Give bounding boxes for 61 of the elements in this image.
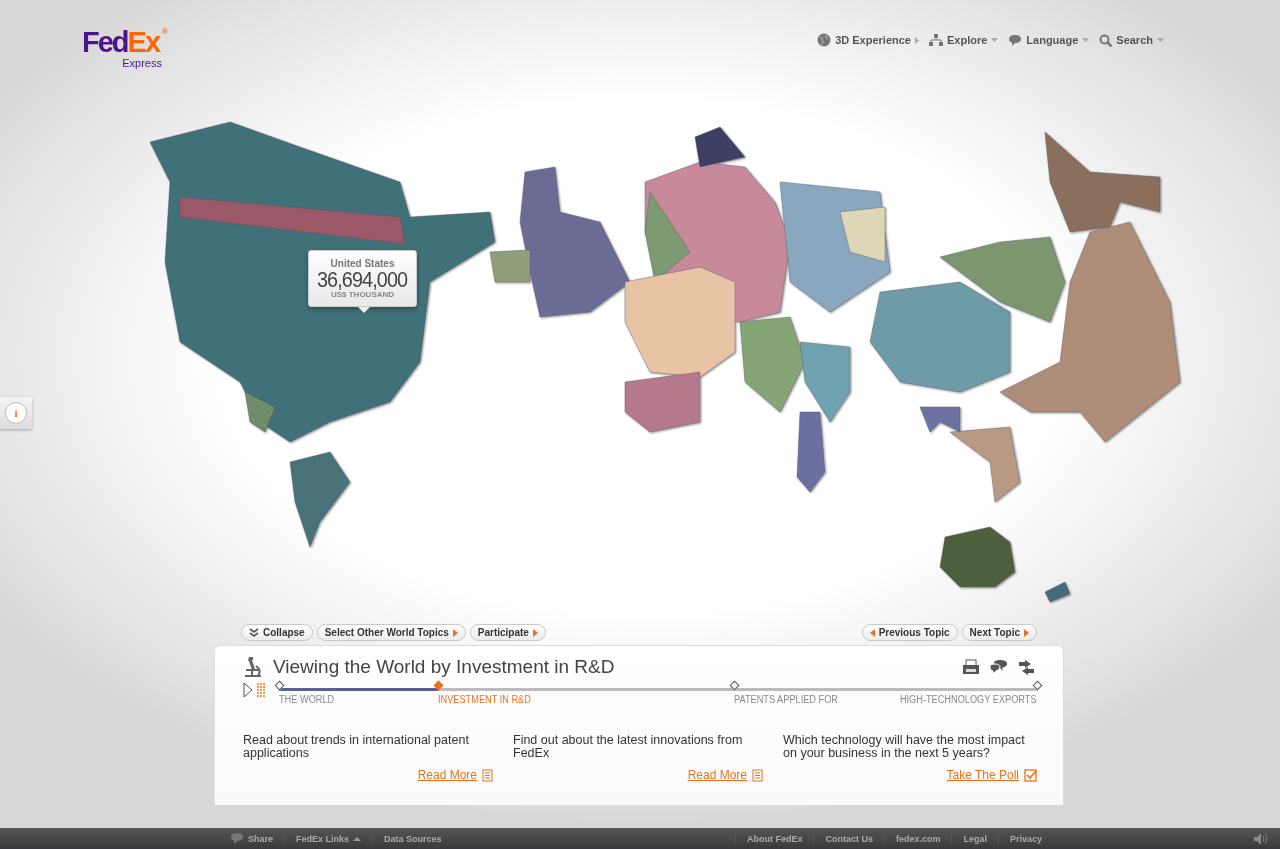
speech-bubble-icon bbox=[230, 832, 244, 845]
card-link[interactable]: Take The Poll bbox=[946, 768, 1019, 782]
fedex-logo[interactable]: FedEx® Express bbox=[82, 28, 168, 69]
speaker-icon[interactable] bbox=[1253, 831, 1268, 846]
nav-link[interactable]: 3D Experience bbox=[817, 33, 919, 47]
caret-right-icon bbox=[915, 36, 919, 44]
nav-link[interactable]: Language bbox=[1008, 33, 1090, 47]
arrow-right-icon bbox=[532, 628, 538, 637]
footer-link[interactable]: About FedEx bbox=[734, 833, 814, 844]
stage-label[interactable]: PATENTS APPLIED FOR bbox=[733, 694, 838, 705]
panel-title: Viewing the World by Investment in R&D bbox=[273, 656, 615, 678]
stage-label[interactable]: THE WORLD bbox=[279, 694, 335, 705]
footer-link[interactable]: Contact Us bbox=[813, 833, 884, 844]
stage-marker[interactable] bbox=[1032, 680, 1043, 691]
stage-label[interactable]: HIGH-TECHNOLOGY EXPORTS bbox=[900, 694, 1037, 705]
arrow-right-icon bbox=[1024, 628, 1029, 637]
arrow-left-icon bbox=[869, 628, 875, 637]
stage-label[interactable]: INVESTMENT IN R&D bbox=[438, 694, 532, 705]
footer-link[interactable]: FedEx Links bbox=[284, 833, 373, 844]
double-chevron-icon bbox=[249, 628, 259, 637]
caret-up-icon bbox=[353, 835, 362, 842]
stage-marker[interactable] bbox=[274, 680, 285, 691]
footer-link[interactable]: Legal bbox=[951, 833, 998, 844]
search-icon bbox=[1099, 33, 1113, 47]
topic-button[interactable]: Participate bbox=[469, 624, 546, 641]
stage-marker[interactable] bbox=[729, 680, 740, 691]
arrow-right-icon bbox=[452, 628, 458, 637]
info-button[interactable]: i bbox=[0, 397, 32, 429]
play-icon[interactable] bbox=[243, 682, 253, 698]
card-link[interactable]: Read More bbox=[687, 768, 747, 782]
topic-button[interactable]: Previous Topic bbox=[861, 624, 958, 641]
footer-link[interactable]: Privacy bbox=[997, 833, 1053, 844]
footer-link[interactable]: Data Sources bbox=[372, 833, 453, 844]
caret-down-icon bbox=[1157, 38, 1164, 42]
caret-down-icon bbox=[1082, 38, 1090, 42]
topic-button[interactable]: Next Topic bbox=[961, 624, 1037, 641]
speech-bubble-icon bbox=[1008, 33, 1023, 47]
sitemap-icon bbox=[929, 33, 943, 47]
globe-icon bbox=[817, 33, 832, 47]
microscope-icon bbox=[243, 656, 263, 678]
card-text: Find out about the latest innovations from FedEx bbox=[513, 734, 744, 762]
topic-button[interactable]: Collapse bbox=[241, 624, 313, 641]
nav-link[interactable]: Search bbox=[1099, 33, 1164, 47]
footer-link[interactable]: fedex.com bbox=[883, 833, 952, 844]
country-value: 36,694,000 bbox=[317, 268, 408, 291]
document-icon bbox=[752, 768, 763, 782]
printer-icon[interactable] bbox=[962, 659, 980, 675]
checkbox-icon bbox=[1024, 768, 1037, 782]
value-unit: US$ THOUSAND bbox=[330, 290, 395, 299]
document-icon bbox=[482, 768, 493, 782]
swap-arrows-icon[interactable] bbox=[1017, 658, 1035, 676]
stage-marker[interactable] bbox=[433, 680, 444, 691]
footer-link[interactable]: Share bbox=[230, 832, 284, 845]
card-text: Which technology will have the most impact on your business in the next 5 years? bbox=[783, 734, 1026, 762]
comments-icon[interactable] bbox=[989, 659, 1008, 675]
topic-button[interactable]: Select Other World Topics bbox=[316, 624, 466, 641]
nav-link[interactable]: Explore bbox=[929, 33, 999, 47]
card-text: Read about trends in international patent applications bbox=[243, 734, 470, 762]
card-link[interactable]: Read More bbox=[417, 768, 477, 782]
country-name: United States bbox=[330, 258, 395, 269]
caret-down-icon bbox=[991, 38, 999, 42]
